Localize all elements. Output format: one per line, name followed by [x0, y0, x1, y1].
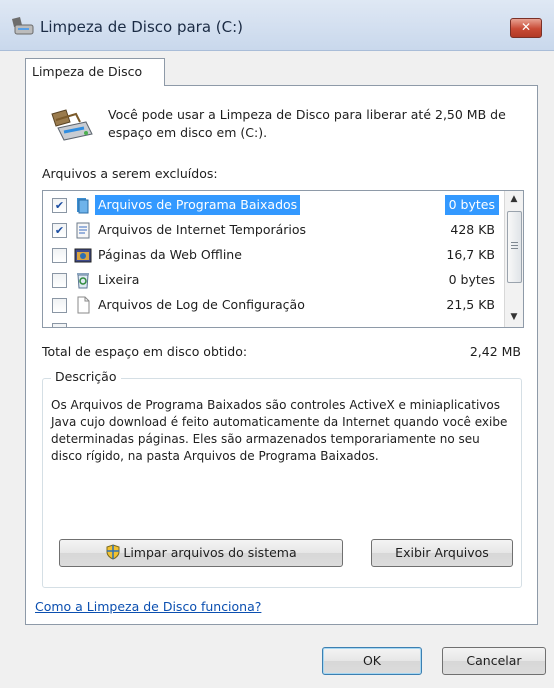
clean-system-files-label: Limpar arquivos do sistema: [123, 545, 297, 560]
item-name: Páginas da Web Offline: [98, 247, 242, 262]
tab-disk-cleanup[interactable]: Limpeza de Disco: [25, 58, 165, 86]
description-legend: Descrição: [51, 369, 121, 384]
web-page-icon: [74, 248, 92, 263]
list-item[interactable]: ✔ Arquivos de Internet Temporários 428 K…: [43, 218, 503, 243]
ok-button[interactable]: OK: [322, 647, 422, 675]
checkbox[interactable]: [52, 323, 67, 327]
folder-icon: [77, 198, 89, 214]
clean-system-files-button[interactable]: Limpar arquivos do sistema: [59, 539, 343, 567]
cancel-button[interactable]: Cancelar: [442, 647, 546, 675]
document-icon: [76, 222, 90, 239]
list-item[interactable]: [43, 318, 503, 327]
disk-cleanup-icon: [12, 17, 34, 35]
scrollbar-thumb[interactable]: [507, 211, 522, 283]
list-item[interactable]: Páginas da Web Offline 16,7 KB: [43, 243, 503, 268]
files-to-delete-label: Arquivos a serem excluídos:: [42, 166, 218, 181]
item-size: 16,7 KB: [446, 247, 495, 262]
recycle-bin-icon: [77, 273, 89, 289]
total-space-label: Total de espaço em disco obtido:: [42, 344, 248, 359]
item-size: 21,5 KB: [446, 297, 495, 312]
intro-text: Você pode usar a Limpeza de Disco para l…: [108, 107, 506, 140]
checkbox[interactable]: ✔: [52, 223, 67, 238]
listbox-scrollbar[interactable]: ▲ ▼: [504, 191, 523, 327]
window-title: Limpeza de Disco para (C:): [40, 18, 244, 36]
item-name: Arquivos de Internet Temporários: [98, 222, 307, 237]
grip-line: [511, 245, 518, 246]
blank-file-icon: [77, 296, 90, 314]
item-name: Arquivos de Programa Baixados: [95, 195, 301, 215]
description-text: Os Arquivos de Programa Baixados são con…: [51, 398, 508, 463]
grip-line: [511, 248, 518, 249]
close-button[interactable]: ✕: [510, 18, 542, 38]
checkbox[interactable]: [52, 298, 67, 313]
files-listbox[interactable]: ✔ Arquivos de Programa Baixados 0 bytes …: [42, 190, 524, 328]
item-size: 0 bytes: [444, 195, 499, 215]
checkbox[interactable]: [52, 248, 67, 263]
disk-cleanup-icon: [51, 109, 93, 141]
how-disk-cleanup-works-link[interactable]: Como a Limpeza de Disco funciona?: [35, 599, 261, 614]
item-size: 428 KB: [450, 222, 495, 237]
list-item[interactable]: Arquivos de Log de Configuração 21,5 KB: [43, 293, 503, 318]
tab-panel: Você pode usar a Limpeza de Disco para l…: [25, 85, 538, 625]
checkbox[interactable]: ✔: [52, 198, 67, 213]
total-space-value: 2,42 MB: [469, 344, 521, 359]
title-bar[interactable]: Limpeza de Disco para (C:) ✕: [0, 0, 554, 51]
description-group: Descrição Os Arquivos de Programa Baixad…: [42, 369, 522, 588]
item-name: Lixeira: [98, 272, 140, 287]
scroll-down-icon[interactable]: ▼: [505, 309, 523, 326]
disk-cleanup-window: Limpeza de Disco para (C:) ✕ Limpeza de …: [0, 0, 554, 688]
scroll-up-icon[interactable]: ▲: [505, 191, 523, 208]
view-files-button[interactable]: Exibir Arquivos: [371, 539, 513, 567]
item-size: 0 bytes: [448, 272, 495, 287]
item-name: Arquivos de Log de Configuração: [98, 297, 305, 312]
close-icon: ✕: [520, 20, 532, 34]
list-item[interactable]: ✔ Arquivos de Programa Baixados 0 bytes: [43, 193, 503, 218]
shield-icon: [106, 544, 120, 560]
checkbox[interactable]: [52, 273, 67, 288]
list-item[interactable]: Lixeira 0 bytes: [43, 268, 503, 293]
grip-line: [511, 242, 518, 243]
